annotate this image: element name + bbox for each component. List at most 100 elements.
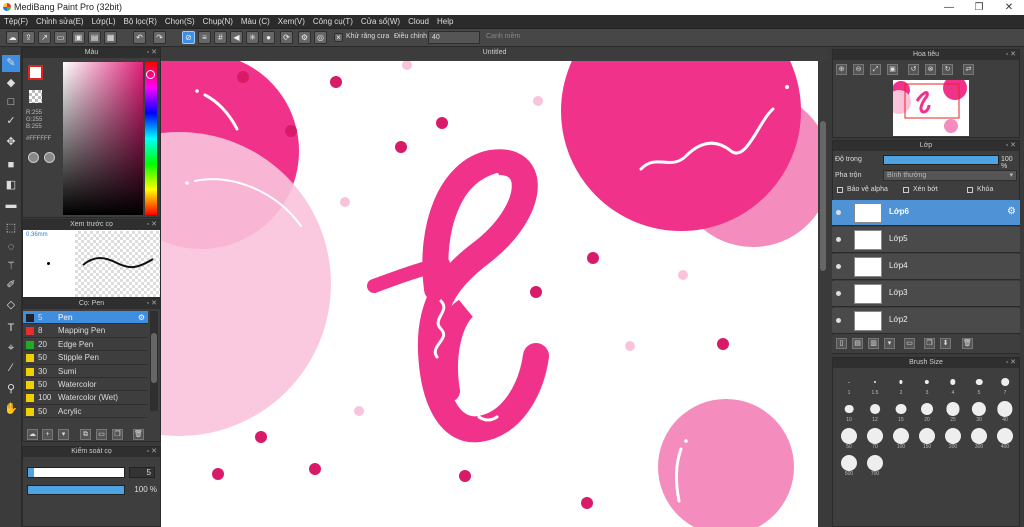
brush-copy-icon[interactable]: ⧉ <box>80 429 91 440</box>
brush-size-preset[interactable]: 2 <box>888 372 914 396</box>
dot-tool-icon[interactable]: □ <box>2 94 20 111</box>
brush-size-preset[interactable]: 70 <box>862 426 888 450</box>
brush-new-icon[interactable]: + <box>42 429 53 440</box>
brush-size-preset[interactable]: 15 <box>888 399 914 423</box>
menu-view[interactable]: Xem(V) <box>274 15 309 29</box>
correction-tool-icon[interactable]: ✓ <box>2 113 20 130</box>
fit-window-icon[interactable]: ⤢ <box>870 64 881 75</box>
brush-item[interactable]: 100 Watercolor (Wet) <box>23 391 148 405</box>
shape-tool-icon[interactable]: ■ <box>2 157 20 174</box>
canvas-icon[interactable]: ▣ <box>72 31 85 44</box>
fill-tool-icon[interactable]: ◧ <box>2 177 20 194</box>
layer-row[interactable]: Lớp3 <box>832 281 1020 307</box>
panel-close-icon[interactable]: ▫ ✕ <box>147 48 157 58</box>
layer-row[interactable]: Lớp2 <box>832 308 1020 334</box>
brush-item[interactable]: 30 Sumi <box>23 365 148 378</box>
snap-parallel-icon[interactable]: ≡ <box>198 31 211 44</box>
layer-row[interactable]: Lớp4 <box>832 254 1020 280</box>
transparent-color-swatch[interactable] <box>29 90 42 103</box>
blend-mode-select[interactable]: Bình thường ▾ <box>883 170 1017 181</box>
brush-size-preset[interactable]: 10 <box>836 399 862 423</box>
menu-snap[interactable]: Chụp(N) <box>199 15 237 29</box>
brush-item[interactable]: 50 Watercolor <box>23 378 148 392</box>
hand-tool-icon[interactable]: ✋ <box>2 401 20 418</box>
brush-item[interactable]: 8 Mapping Pen <box>23 324 148 338</box>
brush-size-preset[interactable]: 50 <box>836 426 862 450</box>
share-icon[interactable]: ↗ <box>38 31 51 44</box>
new-layer-icon[interactable]: ▯ <box>836 338 847 349</box>
close-button[interactable]: ✕ <box>994 0 1024 15</box>
saturation-value-picker[interactable] <box>63 62 143 215</box>
drawing-canvas[interactable] <box>161 61 818 527</box>
flip-icon[interactable]: ⇄ <box>963 64 974 75</box>
brush-size-preset[interactable]: 700 <box>862 453 888 477</box>
comment-icon[interactable]: ▭ <box>54 31 67 44</box>
antialias-checkbox[interactable]: × <box>334 33 343 42</box>
layer-row[interactable]: Lớp6 ⚙ <box>832 200 1020 226</box>
panel-close-icon[interactable]: ▫ ✕ <box>147 220 157 230</box>
hue-slider[interactable] <box>145 62 157 215</box>
snap-ellipse-icon[interactable]: ◎ <box>314 31 327 44</box>
zoom-in-icon[interactable]: ⊕ <box>836 64 847 75</box>
brush-size-preset[interactable]: 20 <box>914 399 940 423</box>
undo-icon[interactable]: ↶ <box>133 31 146 44</box>
brush-delete-icon[interactable]: 🗑 <box>133 429 144 440</box>
eye-icon[interactable] <box>836 264 841 269</box>
color-palette-icon[interactable] <box>44 152 55 163</box>
delete-layer-icon[interactable]: 🗑 <box>962 338 973 349</box>
brush-add-icon[interactable]: ▾ <box>58 429 69 440</box>
brush-size-slider[interactable] <box>27 467 125 478</box>
brush-list-scrollbar[interactable] <box>150 311 158 411</box>
navigator-thumbnail[interactable] <box>887 76 969 136</box>
cloud-icon[interactable]: ☁ <box>6 31 19 44</box>
brush-size-value[interactable]: 5 <box>129 467 155 478</box>
brush-size-preset[interactable]: 150 <box>914 426 940 450</box>
brush-size-preset[interactable]: 1 <box>836 372 862 396</box>
panel-close-icon[interactable]: ▫ ✕ <box>147 299 157 309</box>
menu-select[interactable]: Chọn(S) <box>161 15 199 29</box>
new-halftone-layer-icon[interactable]: ▤ <box>852 338 863 349</box>
adjust-select[interactable]: 40 <box>428 31 480 44</box>
scrollbar-thumb[interactable] <box>820 121 826 271</box>
snap-off-icon[interactable]: ⊘ <box>182 31 195 44</box>
correction-checkbox-label[interactable]: Canh mềm <box>486 33 520 40</box>
menu-cloud[interactable]: Cloud <box>404 15 433 29</box>
clipping-checkbox[interactable] <box>903 187 909 193</box>
gradient-tool-icon[interactable]: ▬ <box>2 197 20 214</box>
new-layer-menu-icon[interactable]: ▾ <box>884 338 895 349</box>
menu-color[interactable]: Màu (C) <box>237 15 274 29</box>
brush-item[interactable]: 50 Stipple Pen <box>23 351 148 365</box>
hue-handle[interactable] <box>146 70 155 79</box>
eye-icon[interactable] <box>836 291 841 296</box>
brush-size-preset[interactable]: 12 <box>862 399 888 423</box>
snap-curve-icon[interactable]: ⟳ <box>280 31 293 44</box>
brush-size-preset[interactable]: 4 <box>940 372 966 396</box>
divide-tool-icon[interactable]: ⁄ <box>2 360 20 377</box>
layer-opacity-slider[interactable] <box>883 155 999 165</box>
brush-item[interactable]: 20 Edge Pen <box>23 338 148 352</box>
brush-size-preset[interactable]: 200 <box>940 426 966 450</box>
foreground-color-swatch[interactable] <box>28 65 43 80</box>
brush-size-preset[interactable]: 40 <box>992 399 1018 423</box>
eraser-tool-icon[interactable]: ◆ <box>2 75 20 92</box>
select-eraser-tool-icon[interactable]: ◇ <box>2 297 20 314</box>
new-8bit-layer-icon[interactable]: ▥ <box>868 338 879 349</box>
snap-vanish-icon[interactable]: ◀ <box>230 31 243 44</box>
snap-settings-icon[interactable]: ⚙ <box>298 31 311 44</box>
brush-opacity-slider[interactable] <box>27 485 125 495</box>
reset-rotation-icon[interactable]: ⊗ <box>925 64 936 75</box>
menu-filter[interactable]: Bộ lọc(R) <box>120 15 161 29</box>
brush-item[interactable]: 5 Pen ⚙ <box>23 311 148 325</box>
canvas-vertical-scrollbar[interactable] <box>818 61 828 527</box>
page-icon[interactable]: ▤ <box>88 31 101 44</box>
menu-layer[interactable]: Lớp(L) <box>88 15 120 29</box>
artwork-svg[interactable] <box>161 61 818 527</box>
brush-size-preset[interactable]: 100 <box>888 426 914 450</box>
minimize-button[interactable]: — <box>934 0 964 15</box>
maximize-button[interactable]: ❐ <box>964 0 994 15</box>
brush-cloud-icon[interactable]: ☁ <box>27 429 38 440</box>
brush-size-preset[interactable]: 30 <box>966 399 992 423</box>
brush-item[interactable]: 50 Acrylic <box>23 405 148 419</box>
lasso-tool-icon[interactable]: ◌ <box>2 239 20 256</box>
gear-icon[interactable]: ⚙ <box>1007 206 1016 217</box>
